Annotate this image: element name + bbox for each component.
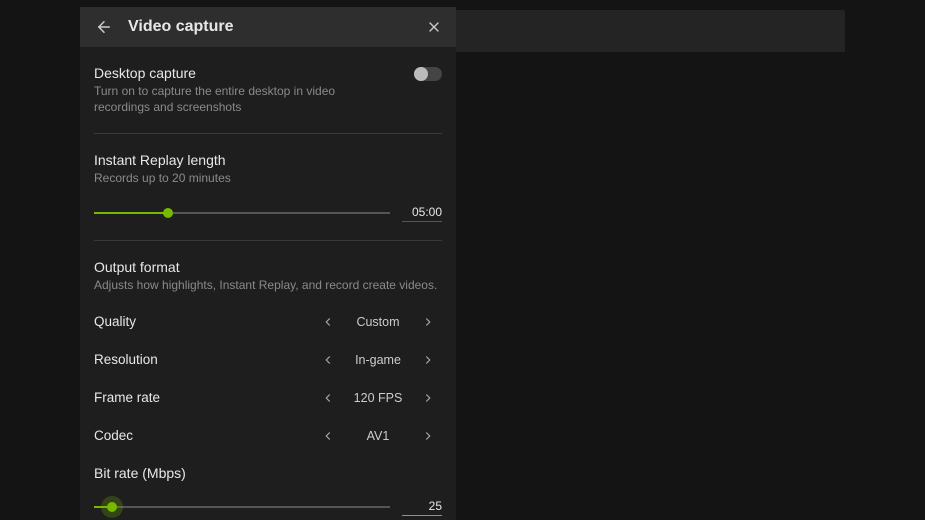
bit-rate-section: Bit rate (Mbps) 25	[94, 465, 442, 520]
frame-rate-next-button[interactable]	[414, 384, 442, 412]
frame-rate-label: Frame rate	[94, 390, 234, 405]
frame-rate-value[interactable]: 120 FPS	[342, 391, 414, 405]
desktop-capture-toggle[interactable]	[414, 67, 442, 81]
chevron-left-icon	[321, 315, 335, 329]
slider-thumb	[107, 502, 117, 512]
divider	[94, 240, 442, 241]
slider-fill	[94, 212, 168, 214]
codec-prev-button[interactable]	[314, 422, 342, 450]
quality-value[interactable]: Custom	[342, 315, 414, 329]
instant-replay-label: Instant Replay length	[94, 152, 442, 168]
desktop-capture-description: Turn on to capture the entire desktop in…	[94, 83, 384, 115]
bit-rate-slider[interactable]	[94, 499, 390, 515]
chevron-right-icon	[421, 315, 435, 329]
output-format-label: Output format	[94, 259, 442, 275]
frame-rate-row: Frame rate 120 FPS	[94, 383, 442, 413]
resolution-prev-button[interactable]	[314, 346, 342, 374]
chevron-left-icon	[321, 391, 335, 405]
quality-label: Quality	[94, 314, 234, 329]
panel-body: Desktop capture Turn on to capture the e…	[80, 47, 456, 520]
bit-rate-value[interactable]: 25	[402, 499, 442, 516]
codec-next-button[interactable]	[414, 422, 442, 450]
output-format-description: Adjusts how highlights, Instant Replay, …	[94, 277, 442, 293]
divider	[94, 133, 442, 134]
quality-next-button[interactable]	[414, 308, 442, 336]
chevron-right-icon	[421, 391, 435, 405]
desktop-capture-section: Desktop capture Turn on to capture the e…	[94, 65, 442, 133]
frame-rate-prev-button[interactable]	[314, 384, 342, 412]
quality-prev-button[interactable]	[314, 308, 342, 336]
chevron-left-icon	[321, 429, 335, 443]
slider-thumb	[163, 208, 173, 218]
resolution-next-button[interactable]	[414, 346, 442, 374]
quality-row: Quality Custom	[94, 307, 442, 337]
panel-title: Video capture	[128, 18, 410, 36]
instant-replay-description: Records up to 20 minutes	[94, 170, 384, 186]
bit-rate-label: Bit rate (Mbps)	[94, 465, 442, 481]
output-format-section: Output format Adjusts how highlights, In…	[94, 259, 442, 299]
toggle-knob	[414, 67, 428, 81]
close-icon	[426, 19, 442, 35]
arrow-left-icon	[95, 18, 113, 36]
chevron-right-icon	[421, 353, 435, 367]
slider-track	[94, 506, 390, 508]
resolution-label: Resolution	[94, 352, 234, 367]
codec-row: Codec AV1	[94, 421, 442, 451]
close-button[interactable]	[424, 17, 444, 37]
back-button[interactable]	[94, 17, 114, 37]
codec-label: Codec	[94, 428, 234, 443]
codec-value[interactable]: AV1	[342, 429, 414, 443]
instant-replay-section: Instant Replay length Records up to 20 m…	[94, 152, 442, 239]
instant-replay-slider[interactable]	[94, 205, 390, 221]
desktop-capture-label: Desktop capture	[94, 65, 384, 81]
resolution-value[interactable]: In-game	[342, 353, 414, 367]
video-capture-panel: Video capture Desktop capture Turn on to…	[80, 7, 456, 520]
chevron-left-icon	[321, 353, 335, 367]
chevron-right-icon	[421, 429, 435, 443]
instant-replay-value[interactable]: 05:00	[402, 205, 442, 222]
resolution-row: Resolution In-game	[94, 345, 442, 375]
panel-header: Video capture	[80, 7, 456, 47]
